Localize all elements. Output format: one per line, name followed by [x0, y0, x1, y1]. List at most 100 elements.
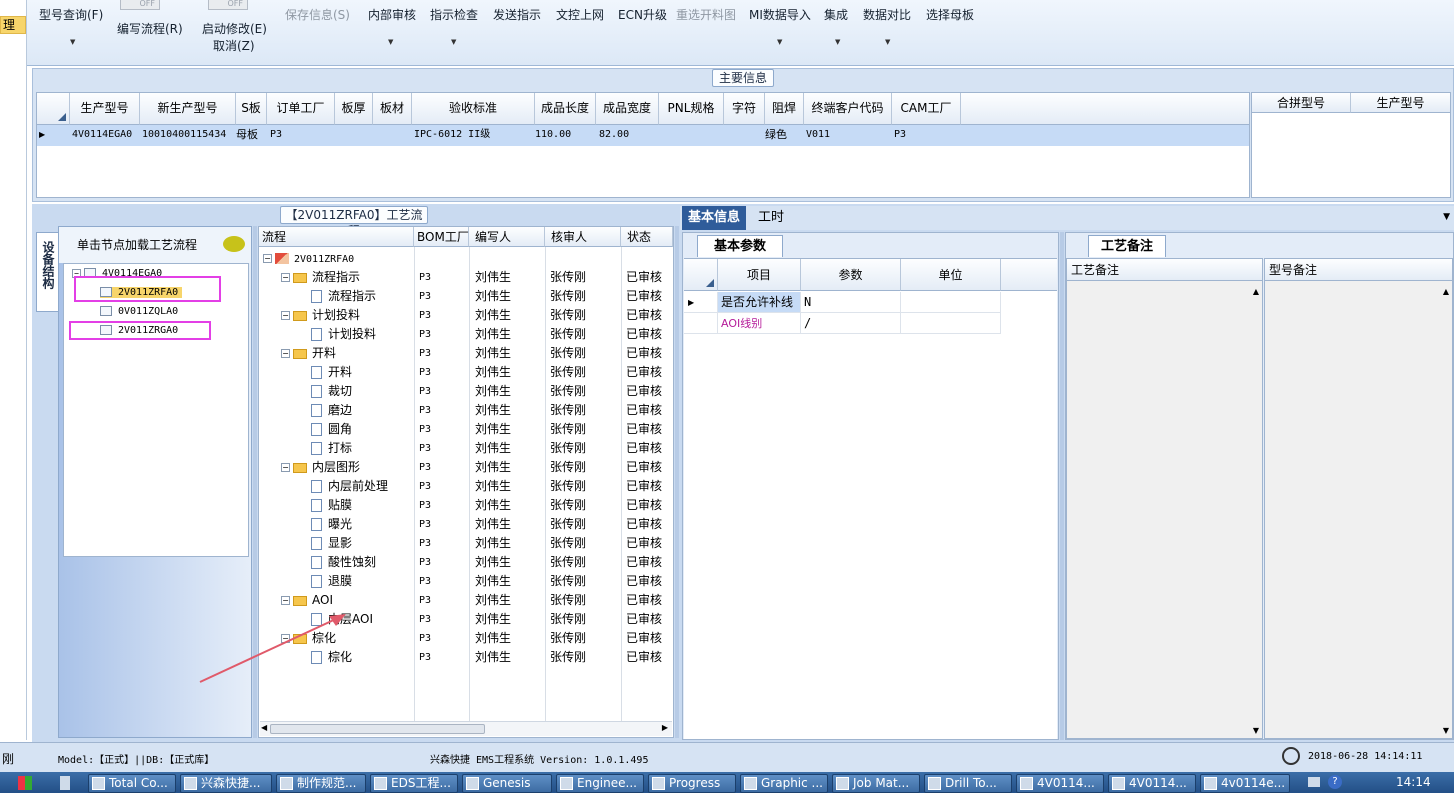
flow-row[interactable]: − 流程指示 P3 刘伟生 张传刚 已审核: [259, 268, 673, 287]
col-param[interactable]: 参数: [801, 259, 901, 291]
col-end-customer-code[interactable]: 终端客户代码: [804, 93, 892, 125]
col-merge-model[interactable]: 合拼型号: [1252, 93, 1351, 113]
mi-data-import-button[interactable]: MI数据导入: [749, 6, 811, 23]
reselect-cutting-button[interactable]: 重选开料图: [676, 6, 736, 23]
edit-flow-button[interactable]: 编写流程(R): [117, 20, 183, 37]
col-order-factory[interactable]: 订单工厂: [267, 93, 335, 125]
param-unit-cell[interactable]: [901, 313, 1001, 334]
left-nav-selected-item[interactable]: 理: [0, 16, 26, 34]
integrate-button[interactable]: 集成: [824, 6, 848, 23]
send-instruction-button[interactable]: 发送指示: [493, 6, 541, 23]
col-new-production-model[interactable]: 新生产型号: [140, 93, 236, 125]
cell-end-customer-code[interactable]: V011: [806, 125, 830, 145]
tree-node[interactable]: 0V011ZQLA0: [100, 306, 178, 317]
flow-row[interactable]: 贴膜 P3 刘伟生 张传刚 已审核: [259, 496, 673, 515]
cell-acceptance-standard[interactable]: IPC-6012 II级: [414, 125, 490, 145]
doc-control-online-button[interactable]: 文控上网: [556, 6, 604, 23]
col-production-model[interactable]: 生产型号: [70, 93, 140, 125]
scroll-up-icon[interactable]: ▲: [1253, 287, 1259, 296]
param-item-cell[interactable]: 是否允许补线: [718, 292, 801, 313]
taskbar-button[interactable]: 兴森快捷...: [180, 774, 272, 793]
flow-row[interactable]: 磨边 P3 刘伟生 张传刚 已审核: [259, 401, 673, 420]
side-tab-equipment-structure[interactable]: 设备结构: [36, 232, 58, 312]
col-pnl-spec[interactable]: PNL规格: [659, 93, 724, 125]
flow-row[interactable]: − 开料 P3 刘伟生 张传刚 已审核: [259, 344, 673, 363]
cell-new-production-model[interactable]: 10010400115434: [142, 125, 226, 145]
toggle-off-switch-2[interactable]: OFF: [208, 0, 248, 10]
toggle-off-switch[interactable]: OFF: [120, 0, 160, 10]
scroll-down-icon[interactable]: ▼: [1253, 726, 1259, 735]
scroll-up-icon[interactable]: ▲: [1443, 287, 1449, 296]
tray-keyboard-icon[interactable]: [1308, 777, 1320, 787]
tab-basic-params[interactable]: 基本参数: [697, 235, 783, 257]
flow-row[interactable]: 酸性蚀刻 P3 刘伟生 张传刚 已审核: [259, 553, 673, 572]
chevron-down-icon[interactable]: ▼: [451, 38, 456, 46]
taskbar-button[interactable]: Drill To...: [924, 774, 1012, 793]
chevron-down-icon[interactable]: ▼: [885, 38, 890, 46]
col-material[interactable]: 板材: [373, 93, 412, 125]
chevron-down-icon[interactable]: ▼: [835, 38, 840, 46]
col-thickness[interactable]: 板厚: [335, 93, 373, 125]
flow-row[interactable]: 退膜 P3 刘伟生 张传刚 已审核: [259, 572, 673, 591]
flow-row[interactable]: 显影 P3 刘伟生 张传刚 已审核: [259, 534, 673, 553]
flow-row[interactable]: 流程指示 P3 刘伟生 张传刚 已审核: [259, 287, 673, 306]
taskbar-button[interactable]: 4v0114e...: [1200, 774, 1290, 793]
cell-product-width[interactable]: 82.00: [599, 125, 629, 145]
cell-solder-mask[interactable]: 绿色: [765, 125, 787, 145]
scrollbar-thumb[interactable]: [270, 724, 485, 734]
flow-row[interactable]: 曝光 P3 刘伟生 张传刚 已审核: [259, 515, 673, 534]
col-reviewer[interactable]: 核审人: [545, 227, 621, 247]
collapse-icon[interactable]: −: [281, 273, 290, 282]
scroll-right-icon[interactable]: ▶: [662, 723, 668, 732]
flow-row[interactable]: 开料 P3 刘伟生 张传刚 已审核: [259, 363, 673, 382]
col-solder-mask[interactable]: 阻焊: [765, 93, 804, 125]
col-status[interactable]: 状态: [621, 227, 673, 247]
param-value-cell[interactable]: N: [801, 292, 901, 313]
internal-review-button[interactable]: 内部审核: [368, 6, 416, 23]
scroll-left-icon[interactable]: ◀: [261, 723, 267, 732]
cancel-button[interactable]: 取消(Z): [213, 37, 255, 54]
taskbar-button[interactable]: Total Co...: [88, 774, 176, 793]
col-cam-factory[interactable]: CAM工厂: [892, 93, 961, 125]
taskbar-button[interactable]: Progress: [648, 774, 736, 793]
col-writer[interactable]: 编写人: [469, 227, 545, 247]
instruction-check-button[interactable]: 指示检查: [430, 6, 478, 23]
col-product-width[interactable]: 成品宽度: [596, 93, 659, 125]
data-compare-button[interactable]: 数据对比: [863, 6, 911, 23]
tab-process-notes[interactable]: 工艺备注: [1088, 235, 1166, 257]
taskbar-button[interactable]: Graphic ...: [740, 774, 828, 793]
col-s-board[interactable]: S板: [236, 93, 267, 125]
model-note-box[interactable]: 型号备注 ▲ ▼: [1264, 258, 1453, 739]
cell-production-model[interactable]: 4V0114EGA0: [72, 125, 132, 145]
col-character[interactable]: 字符: [724, 93, 765, 125]
taskbar-button[interactable]: EDS工程...: [370, 774, 458, 793]
col-merge-production-model[interactable]: 生产型号: [1351, 93, 1450, 113]
col-item[interactable]: 项目: [718, 259, 801, 291]
col-product-length[interactable]: 成品长度: [535, 93, 596, 125]
taskbar-button[interactable]: Enginee...: [556, 774, 644, 793]
vertical-splitter[interactable]: [675, 226, 679, 738]
cell-product-length[interactable]: 110.00: [535, 125, 571, 145]
collapse-icon[interactable]: −: [281, 349, 290, 358]
collapse-icon[interactable]: −: [263, 254, 272, 263]
taskbar-icon[interactable]: [60, 776, 70, 790]
col-bom-factory[interactable]: BOM工厂: [414, 227, 469, 247]
flow-row[interactable]: 内层前处理 P3 刘伟生 张传刚 已审核: [259, 477, 673, 496]
flow-row[interactable]: − AOI P3 刘伟生 张传刚 已审核: [259, 591, 673, 610]
flow-root-node[interactable]: − 2V011ZRFA0: [263, 249, 354, 268]
param-unit-cell[interactable]: [901, 292, 1001, 313]
taskbar-button[interactable]: 4V0114...: [1016, 774, 1104, 793]
collapse-icon[interactable]: −: [281, 463, 290, 472]
cell-cam-factory[interactable]: P3: [894, 125, 906, 145]
start-modify-button[interactable]: 启动修改(E): [202, 20, 267, 37]
param-value-cell[interactable]: /: [801, 313, 901, 334]
flow-row[interactable]: 打标 P3 刘伟生 张传刚 已审核: [259, 439, 673, 458]
flow-row[interactable]: − 计划投料 P3 刘伟生 张传刚 已审核: [259, 306, 673, 325]
select-mother-board-button[interactable]: 选择母板: [926, 6, 974, 23]
collapse-icon[interactable]: −: [281, 596, 290, 605]
flow-row[interactable]: 圆角 P3 刘伟生 张传刚 已审核: [259, 420, 673, 439]
flow-row[interactable]: 裁切 P3 刘伟生 张传刚 已审核: [259, 382, 673, 401]
scroll-down-icon[interactable]: ▼: [1443, 726, 1449, 735]
tab-basic-info[interactable]: 基本信息: [682, 206, 747, 230]
col-flow[interactable]: 流程: [259, 227, 414, 247]
